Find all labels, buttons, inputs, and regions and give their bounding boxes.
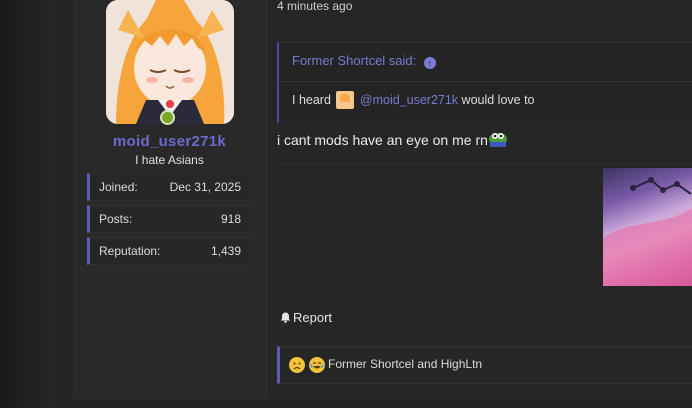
left-margin (0, 0, 58, 408)
message-divider (277, 163, 692, 164)
bell-icon (280, 311, 291, 323)
stat-label: Joined: (99, 180, 138, 194)
stat-value: Dec 31, 2025 (169, 180, 241, 194)
attached-image[interactable] (603, 168, 692, 286)
username-link[interactable]: moid_user271k (87, 133, 252, 150)
stat-value: 1,439 (210, 244, 241, 258)
stat-posts: Posts: 918 (87, 205, 251, 233)
user-mention-link[interactable]: @moid_user271k (360, 93, 458, 107)
avatar-image (106, 0, 234, 124)
reactions-users-link[interactable]: Former Shortcel and HighLtn (328, 357, 482, 371)
post-message-text: i cant mods have an eye on me rn (277, 132, 488, 148)
post-message: i cant mods have an eye on me rn (277, 131, 508, 148)
report-link[interactable]: Report (280, 310, 332, 325)
stat-reputation: Reputation: 1,439 (87, 237, 251, 265)
quote-text-suffix: would love to (461, 93, 535, 107)
online-status-icon (160, 110, 175, 125)
arrow-up-icon[interactable]: ↑ (423, 57, 436, 69)
stat-label: Reputation: (99, 244, 161, 258)
post-timestamp[interactable]: 4 minutes ago (277, 0, 352, 13)
quote-divider (279, 81, 692, 82)
user-title: I hate Asians (135, 153, 204, 167)
stat-label: Posts: (99, 212, 133, 226)
avatar[interactable] (106, 0, 234, 124)
stat-joined: Joined: Dec 31, 2025 (87, 173, 251, 201)
report-label: Report (293, 310, 333, 325)
quote-author-label: Former Shortcel said: (292, 53, 417, 68)
attached-image-art (603, 177, 692, 286)
sad-face-reaction-icon (289, 357, 305, 373)
mini-avatar-icon (336, 91, 355, 109)
quote-text: I heard @moid_user271k would love to (292, 91, 535, 109)
crying-laughing-reaction-icon (309, 357, 325, 373)
quote-author[interactable]: Former Shortcel said: ↑ (292, 53, 436, 69)
pepe-frog-emoji-icon (488, 131, 508, 147)
stat-value: 918 (220, 212, 241, 226)
quote-text-prefix: I heard (292, 93, 331, 107)
